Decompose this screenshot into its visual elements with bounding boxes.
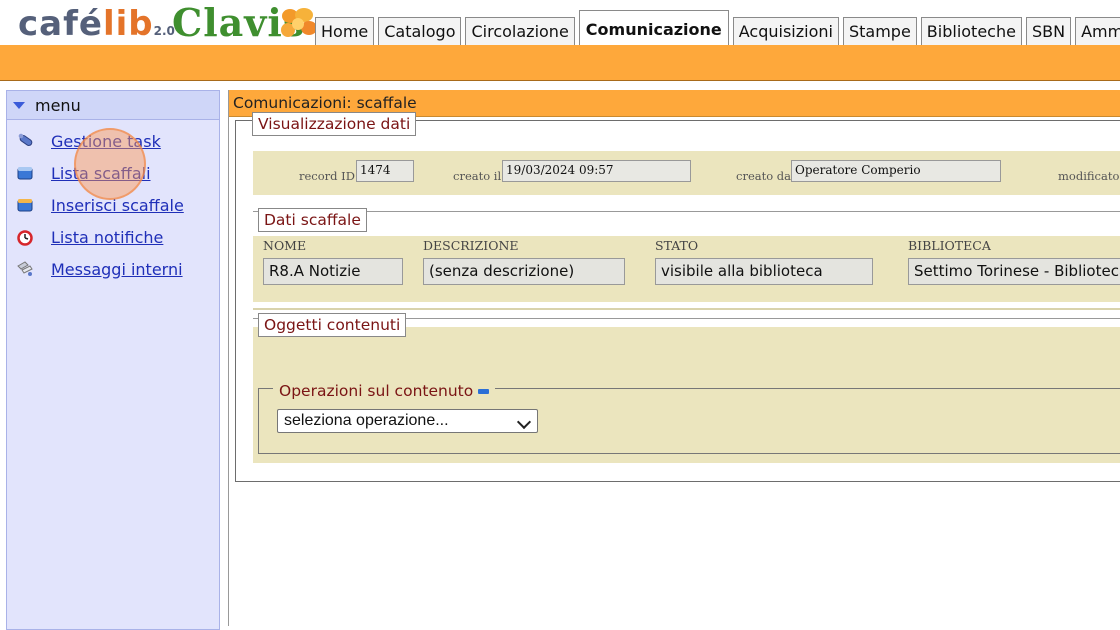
click-indicator [74, 128, 146, 200]
tab-home[interactable]: Home [315, 17, 375, 46]
nome-value: R8.A Notizie [263, 258, 403, 285]
descrizione-header: DESCRIZIONE [423, 238, 519, 253]
chevron-down-icon [516, 414, 532, 430]
app-header: cafélib2.0 Clavis Home Catalogo Circolaz… [0, 0, 1120, 48]
main-panel: Comunicazioni: scaffale Visualizzazione … [228, 90, 1120, 626]
clavis-flower-icon [281, 8, 317, 37]
tab-acquisizioni[interactable]: Acquisizioni [732, 17, 839, 46]
orange-toolbar [0, 45, 1120, 81]
record-id-label: record ID [299, 169, 355, 183]
visualizzazione-dati-legend: Visualizzazione dati [252, 112, 417, 136]
messages-icon [15, 259, 35, 279]
stato-header: STATO [655, 238, 699, 253]
oggetti-contenuti-fieldset: Oggetti contenuti Operazioni sul contenu… [253, 313, 1120, 469]
add-shelf-icon [15, 195, 35, 215]
creato-da-value: Operatore Comperio [791, 160, 1001, 182]
sidebar-item-lista-notifiche[interactable]: Lista notifiche [15, 225, 163, 249]
triangle-down-icon [13, 101, 25, 109]
collapse-minus-icon[interactable] [478, 389, 490, 394]
creato-il-value: 19/03/2024 09:57 [502, 160, 691, 182]
tab-biblioteche[interactable]: Biblioteche [920, 17, 1022, 46]
creato-il-label: creato il [453, 169, 502, 183]
dati-scaffale-fieldset: Dati scaffale NOME R8.A Notizie DESCRIZI… [253, 208, 1120, 310]
tab-circolazione[interactable]: Circolazione [465, 17, 575, 46]
tab-comunicazione[interactable]: Comunicazione [578, 10, 729, 46]
dati-scaffale-legend: Dati scaffale [258, 208, 367, 232]
tab-stampe[interactable]: Stampe [842, 17, 917, 46]
nome-header: NOME [263, 238, 307, 253]
alarm-clock-icon [15, 227, 35, 247]
operation-select-value: seleziona operazione... [284, 412, 449, 429]
operazioni-legend-text: Operazioni sul contenuto [279, 382, 474, 400]
operazioni-contenuto-fieldset: Operazioni sul contenuto seleziona opera… [258, 379, 1120, 454]
main-nav-tabs: Home Catalogo Circolazione Comunicazione… [315, 10, 1120, 46]
oggetti-contenuti-legend: Oggetti contenuti [258, 313, 407, 337]
record-meta-strip: record ID 1474 creato il 19/03/2024 09:5… [253, 151, 1120, 195]
creato-da-label: creato da [736, 169, 792, 183]
record-id-value: 1474 [356, 160, 414, 182]
biblioteca-header: BIBLIOTECA [908, 238, 991, 253]
stato-value: visibile alla biblioteca [655, 258, 873, 285]
sidebar-item-label[interactable]: Messaggi interni [51, 260, 183, 279]
modificato-il-label: modificato il [1058, 169, 1120, 183]
paperclip-icon [15, 131, 35, 151]
sidebar-item-messaggi-interni[interactable]: Messaggi interni [15, 257, 183, 281]
operation-select[interactable]: seleziona operazione... [277, 409, 538, 433]
sidebar-item-label[interactable]: Lista notifiche [51, 228, 163, 247]
tab-catalogo[interactable]: Catalogo [378, 17, 462, 46]
visualizzazione-dati-fieldset: Visualizzazione dati record ID 1474 crea… [235, 112, 1120, 482]
shelf-icon [15, 163, 35, 183]
tab-amministrazione[interactable]: Amministr [1075, 17, 1120, 46]
tab-sbn[interactable]: SBN [1025, 17, 1072, 46]
operazioni-contenuto-legend: Operazioni sul contenuto [273, 379, 496, 403]
sidebar-menu-header[interactable]: menu [7, 91, 219, 120]
sidebar-title: menu [35, 95, 81, 115]
cafelib-logo: cafélib2.0 [18, 4, 175, 44]
biblioteca-value: Settimo Torinese - Biblioteca c [908, 258, 1120, 285]
descrizione-value: (senza descrizione) [423, 258, 625, 285]
